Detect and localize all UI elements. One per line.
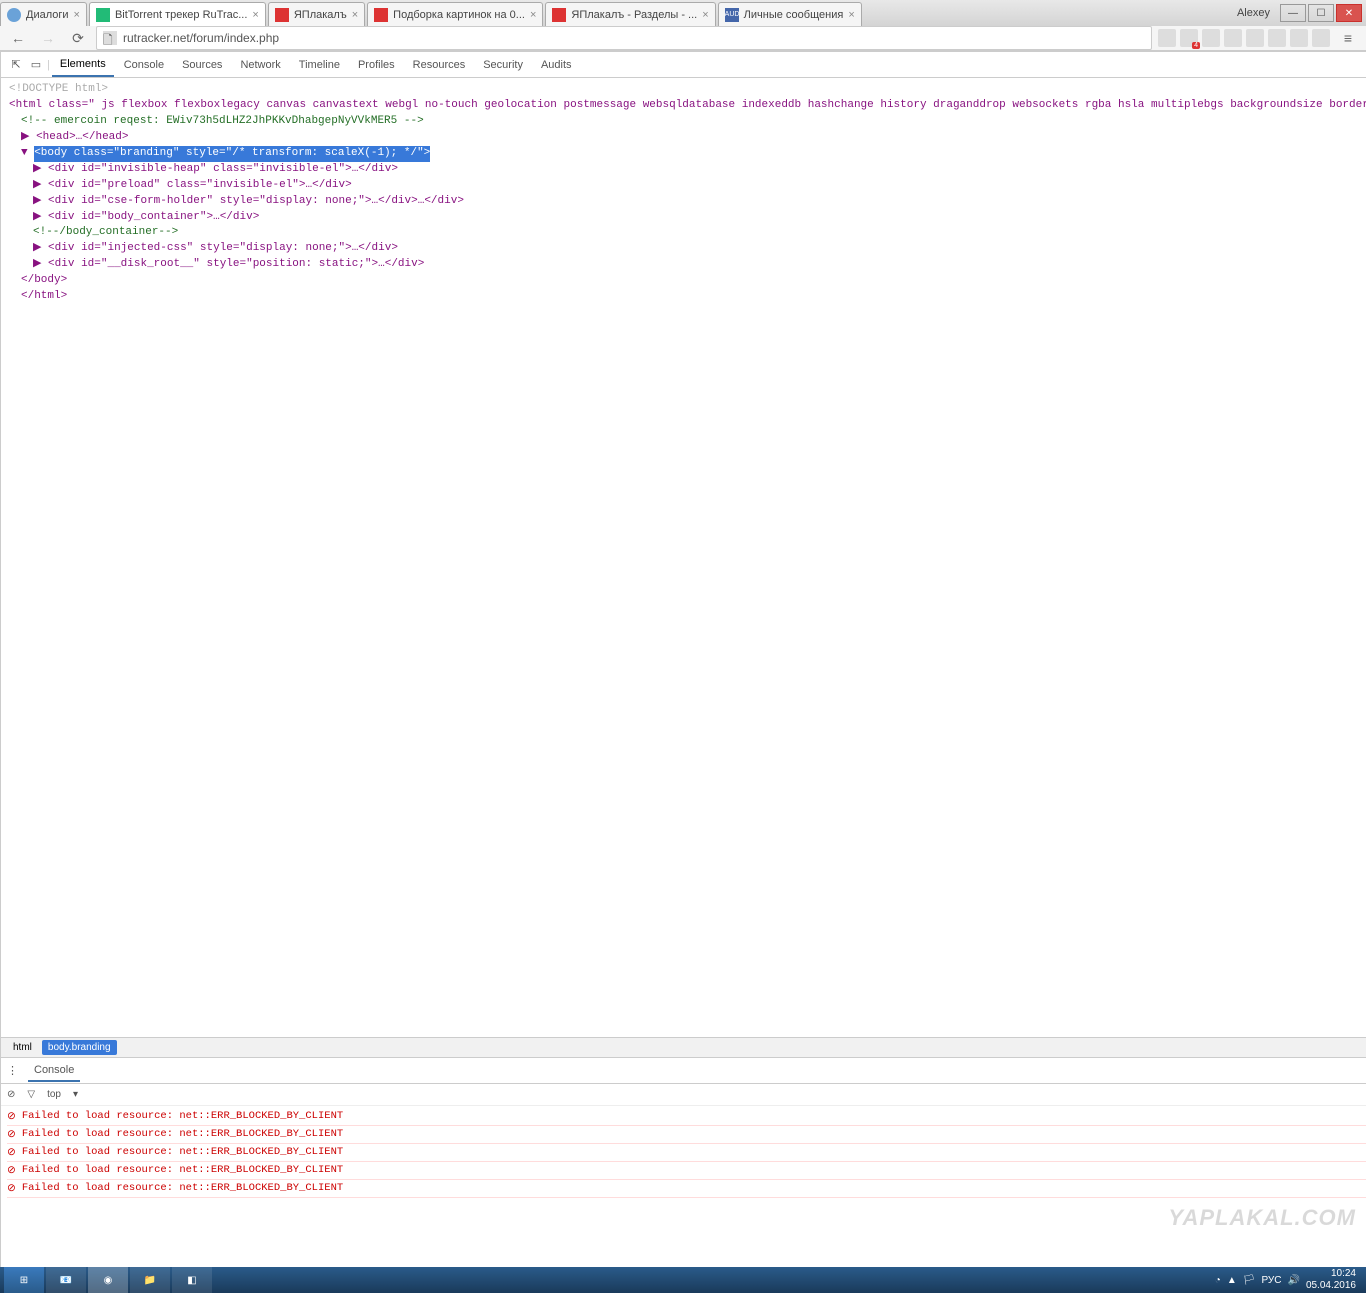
start-button[interactable]: ⊞: [4, 1267, 44, 1293]
nav-bar: ← → ⟳ 🗋rutracker.net/forum/index.php 4 ≡: [0, 26, 1366, 51]
close-icon[interactable]: ×: [74, 9, 80, 21]
taskbar-explorer[interactable]: 📁: [130, 1267, 170, 1293]
extensions: 4: [1158, 29, 1330, 47]
context-select[interactable]: top: [47, 1089, 61, 1100]
ext-icon[interactable]: [1224, 29, 1242, 47]
ext-icon[interactable]: 4: [1180, 29, 1198, 47]
ext-icon[interactable]: [1246, 29, 1264, 47]
console-drawer: ⋮ Console ✕ ⊘ ▽ top ▾ ▼ Preserve log ⊘Fa…: [1, 1057, 1366, 1267]
user-label: Alexey: [1237, 7, 1270, 19]
taskbar: ⊞ 📧 ◉ 📁 ◧ ◔ ▲ 🏳 РУС 🔊 10:2405.04.2016: [0, 1267, 1366, 1293]
tab-3[interactable]: Подборка картинок на 0...×: [367, 2, 543, 26]
ext-icon[interactable]: [1312, 29, 1330, 47]
favicon: [374, 8, 388, 22]
ext-icon[interactable]: [1290, 29, 1308, 47]
inspect-icon[interactable]: ⇱: [7, 58, 25, 71]
console-error: ⊘Failed to load resource: net::ERR_BLOCK…: [7, 1126, 1366, 1144]
breadcrumb: html body.branding: [1, 1037, 1366, 1057]
device-icon[interactable]: ▭: [27, 58, 45, 71]
tab-0[interactable]: Диалоги×: [0, 2, 87, 26]
favicon: [275, 8, 289, 22]
devtools-tab-audits[interactable]: Audits: [533, 54, 580, 76]
favicon: [7, 8, 21, 22]
taskbar-app[interactable]: 📧: [46, 1267, 86, 1293]
close-button[interactable]: ✕: [1336, 4, 1362, 22]
console-output[interactable]: ⊘Failed to load resource: net::ERR_BLOCK…: [1, 1106, 1366, 1267]
devtools: ⇱ ▭ | Elements Console Sources Network T…: [0, 52, 1366, 1267]
close-icon[interactable]: ×: [702, 9, 708, 21]
favicon: AUD: [725, 8, 739, 22]
tray-icon[interactable]: ▲: [1227, 1275, 1237, 1286]
console-error: ⊘Failed to load resource: net::ERR_BLOCK…: [7, 1144, 1366, 1162]
clear-console-icon[interactable]: ⊘: [7, 1089, 15, 1100]
devtools-tab-timeline[interactable]: Timeline: [291, 54, 348, 76]
devtools-tab-security[interactable]: Security: [475, 54, 531, 76]
titlebar: Диалоги× BitTorrent трекер RuTrac...× ЯП…: [0, 0, 1366, 26]
forward-button[interactable]: →: [36, 26, 60, 50]
console-error: ⊘Failed to load resource: net::ERR_BLOCK…: [7, 1108, 1366, 1126]
console-tab[interactable]: Console: [28, 1060, 80, 1082]
ext-icon[interactable]: [1158, 29, 1176, 47]
close-icon[interactable]: ×: [530, 9, 536, 21]
crumb[interactable]: html: [7, 1040, 38, 1055]
devtools-tab-network[interactable]: Network: [232, 54, 288, 76]
devtools-tab-profiles[interactable]: Profiles: [350, 54, 403, 76]
devtools-tab-console[interactable]: Console: [116, 54, 172, 76]
page-icon: 🗋: [103, 31, 117, 45]
tray-icon[interactable]: 🏳: [1243, 1275, 1256, 1286]
tab-strip: Диалоги× BitTorrent трекер RuTrac...× ЯП…: [0, 0, 1233, 26]
elements-panel: <!DOCTYPE html><html class=" js flexbox …: [1, 78, 1366, 1057]
devtools-toolbar: ⇱ ▭ | Elements Console Sources Network T…: [1, 52, 1366, 78]
back-button[interactable]: ←: [6, 26, 30, 50]
devtools-tab-sources[interactable]: Sources: [174, 54, 230, 76]
tab-1[interactable]: BitTorrent трекер RuTrac...×: [89, 2, 266, 26]
close-icon[interactable]: ×: [848, 9, 854, 21]
reload-button[interactable]: ⟳: [66, 26, 90, 50]
system-tray: ◔ ▲ 🏳 РУС 🔊 10:2405.04.2016: [1215, 1268, 1362, 1292]
lang-indicator[interactable]: РУС: [1261, 1275, 1281, 1286]
ext-icon[interactable]: [1202, 29, 1220, 47]
tray-icon[interactable]: 🔊: [1287, 1275, 1299, 1286]
menu-button[interactable]: ≡: [1336, 26, 1360, 50]
minimize-button[interactable]: —: [1280, 4, 1306, 22]
drawer-toggle-icon[interactable]: ⋮: [7, 1064, 18, 1077]
maximize-button[interactable]: ☐: [1308, 4, 1334, 22]
devtools-tab-elements[interactable]: Elements: [52, 53, 114, 77]
close-icon[interactable]: ×: [352, 9, 358, 21]
taskbar-app[interactable]: ◧: [172, 1267, 212, 1293]
clock[interactable]: 10:2405.04.2016: [1306, 1268, 1356, 1292]
favicon: [96, 8, 110, 22]
devtools-tab-resources[interactable]: Resources: [405, 54, 474, 76]
url-bar[interactable]: 🗋rutracker.net/forum/index.php: [96, 26, 1152, 50]
tab-4[interactable]: ЯПлакалъ - Разделы - ...×: [545, 2, 715, 26]
filter-icon[interactable]: ▽: [27, 1089, 35, 1100]
crumb[interactable]: body.branding: [42, 1040, 117, 1055]
close-icon[interactable]: ×: [252, 9, 258, 21]
ext-icon[interactable]: [1268, 29, 1286, 47]
tab-2[interactable]: ЯПлакалъ×: [268, 2, 365, 26]
dom-tree[interactable]: <!DOCTYPE html><html class=" js flexbox …: [1, 78, 1366, 1037]
console-error: ⊘Failed to load resource: net::ERR_BLOCK…: [7, 1162, 1366, 1180]
favicon: [552, 8, 566, 22]
tab-5[interactable]: AUDЛичные сообщения×: [718, 2, 862, 26]
tray-icon[interactable]: ◔: [1215, 1275, 1221, 1286]
console-error: ⊘Failed to load resource: net::ERR_BLOCK…: [7, 1180, 1366, 1198]
window-controls: Alexey — ☐ ✕: [1233, 0, 1366, 26]
taskbar-chrome[interactable]: ◉: [88, 1267, 128, 1293]
